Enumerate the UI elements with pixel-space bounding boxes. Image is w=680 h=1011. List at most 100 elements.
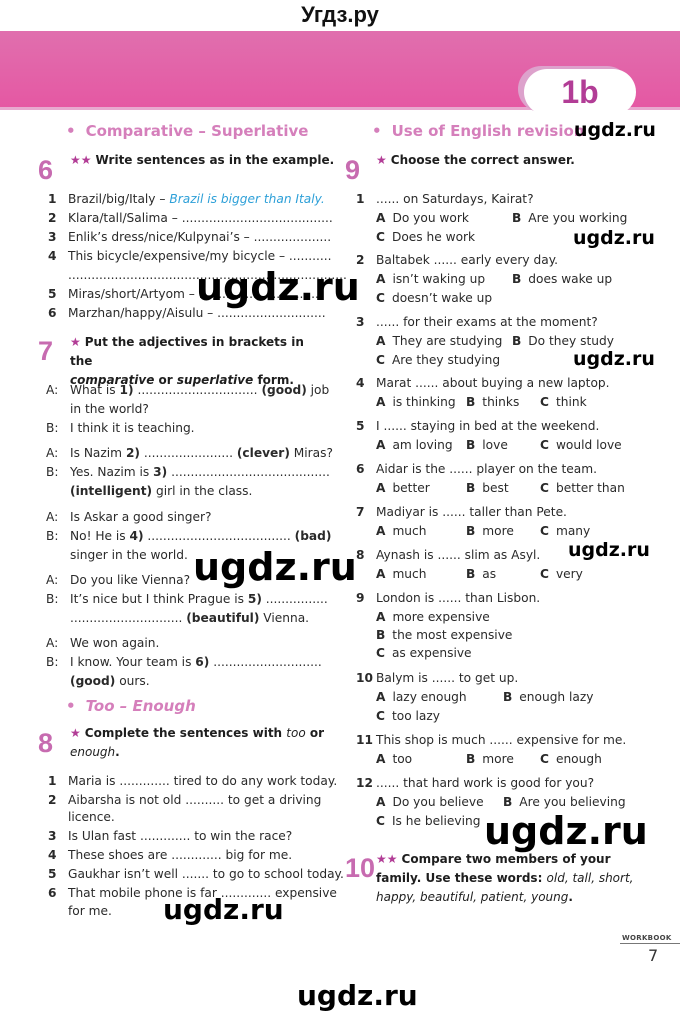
answer-option-a[interactable]: Ais thinking [376,393,456,411]
item-text: These shoes are ............. big for me… [68,848,293,862]
exercise-10-number: 10 [345,853,376,883]
option-text: better than [555,481,625,495]
answer-option-c[interactable]: Cdoesn’t wake up [376,289,492,307]
answer-option-b[interactable]: Benough lazy [503,688,594,706]
answer-gap[interactable]: ....................... [140,446,237,460]
answer-option-b[interactable]: Bbest [466,479,509,497]
text: Is Askar a good singer? [70,510,212,524]
answer-option-a[interactable]: A Do you work [376,209,469,227]
dialogue-text: ............................. (beautiful… [70,609,309,627]
answer-option-b[interactable]: Bthe most expensive [376,626,512,644]
option-text: doesn’t wake up [391,291,493,305]
answer-option-c[interactable]: C Are they studying [376,351,500,369]
answer-option-a[interactable]: Atoo [376,750,412,768]
option-text: lazy enough [392,690,467,704]
option-letter: A [376,795,386,809]
answer-option-a[interactable]: Alazy enough [376,688,467,706]
answer-option-a[interactable]: Amuch [376,565,426,583]
site-title[interactable]: Угдз.ру [0,0,680,30]
item-text: Maria is ............. tired to do any w… [68,774,338,788]
watermark: ugdz.ru [574,119,656,141]
answer-option-a[interactable]: A Do you believe [376,793,484,811]
text: Do you like Vienna? [70,573,191,587]
answer-option-b[interactable]: B Are you working [512,209,627,227]
answer-option-c[interactable]: Cenough [540,750,602,768]
answer-gap[interactable]: ........................................… [167,465,330,479]
question-number: 5 [356,419,365,433]
option-letter: C [376,291,385,305]
section-title-use-of-english: • Use of English revision [372,122,585,140]
section-title-too-enough: • Too – Enough [66,697,196,715]
exercise-6-number: 6 [38,155,54,185]
answer-option-a[interactable]: Aam loving [376,436,453,454]
adjective-hint: (intelligent) [70,484,153,498]
option-text: Do you work [392,211,469,225]
option-text: Do you believe [392,795,484,809]
watermark: ugdz.ru [193,545,357,589]
dialogue-text: It’s nice but I think Prague is 5) .....… [70,590,328,608]
question-text: ...... on Saturdays, Kairat? [376,192,534,206]
dialogue-text: No! He is 4) ...........................… [70,527,331,545]
answer-option-c[interactable]: Cwould love [540,436,622,454]
item-prompt: Klara/tall/Salima – ....................… [68,211,333,225]
answer-option-b[interactable]: Bdoes wake up [512,270,612,288]
dialogue-text: Yes. Nazim is 3) .......................… [70,463,330,481]
answer-option-c[interactable]: Cvery [540,565,583,583]
option-letter: B [466,752,476,766]
answer-option-c[interactable]: C Is he believing [376,812,480,830]
option-text: best [482,481,509,495]
answer-option-b[interactable]: Blove [466,436,508,454]
speaker-label: A: [46,446,59,460]
option-text: thinks [482,395,520,409]
question-number: 1 [356,192,365,206]
answer-option-c[interactable]: C Does he work [376,228,475,246]
option-text: am loving [392,438,453,452]
option-text: love [482,438,508,452]
dialogue-text: Is Askar a good singer? [70,508,211,526]
question-number: 7 [356,505,365,519]
question-number: 3 [356,315,365,329]
dialogue-text: (intelligent) girl in the class. [70,482,252,500]
question-text: Marat ...... about buying a new laptop. [376,376,610,390]
item-number: 5 [48,867,57,881]
option-text: think [555,395,587,409]
dialogue-text: Do you like Vienna? [70,571,190,589]
answer-gap[interactable]: ..................................... [144,529,295,543]
answer-gap[interactable]: ................ [262,592,328,606]
option-letter: B [466,524,476,538]
exercise-9-instruction: ★ Choose the correct answer. [376,153,575,167]
option-text: would love [555,438,622,452]
answer-option-a[interactable]: Amuch [376,522,426,540]
option-letter: A [376,211,386,225]
star-icon: ★★ [376,852,398,866]
option-text: Are they studying [391,353,501,367]
star-icon: ★ [70,335,81,349]
item-text: Enlik’s dress/nice/Kulpynai’s – ........… [68,228,331,246]
answer-option-c[interactable]: Ctoo lazy [376,707,440,725]
question-text: Madiyar is ...... taller than Pete. [376,505,567,519]
adjective-hint: (bad) [294,529,332,543]
answer-option-b[interactable]: Bmore [466,522,514,540]
option-letter: A [376,272,386,286]
answer-option-a[interactable]: Abetter [376,479,430,497]
answer-gap[interactable]: ............................... [134,383,262,397]
answer-option-a[interactable]: A They are studying [376,332,502,350]
answer-option-c[interactable]: Cmany [540,522,590,540]
answer-option-b[interactable]: Bmore [466,750,514,768]
answer-option-b[interactable]: Bthinks [466,393,519,411]
answer-option-c[interactable]: Cas expensive [376,644,472,662]
answer-option-a[interactable]: Aisn’t waking up [376,270,485,288]
gap-number: 3) [153,465,168,479]
item-number: 3 [48,230,57,244]
answer-option-c[interactable]: Cthink [540,393,587,411]
answer-option-c[interactable]: Cbetter than [540,479,625,497]
answer-option-b[interactable]: Bas [466,565,496,583]
answer-gap[interactable]: ............................ [209,655,322,669]
speaker-label: A: [46,636,59,650]
dialogue-text: We won again. [70,634,159,652]
option-text: Are you working [528,211,628,225]
item-number: 4 [48,848,57,862]
bullet-icon: • [66,122,76,140]
option-letter: B [466,481,476,495]
answer-option-a[interactable]: Amore expensive [376,608,490,626]
